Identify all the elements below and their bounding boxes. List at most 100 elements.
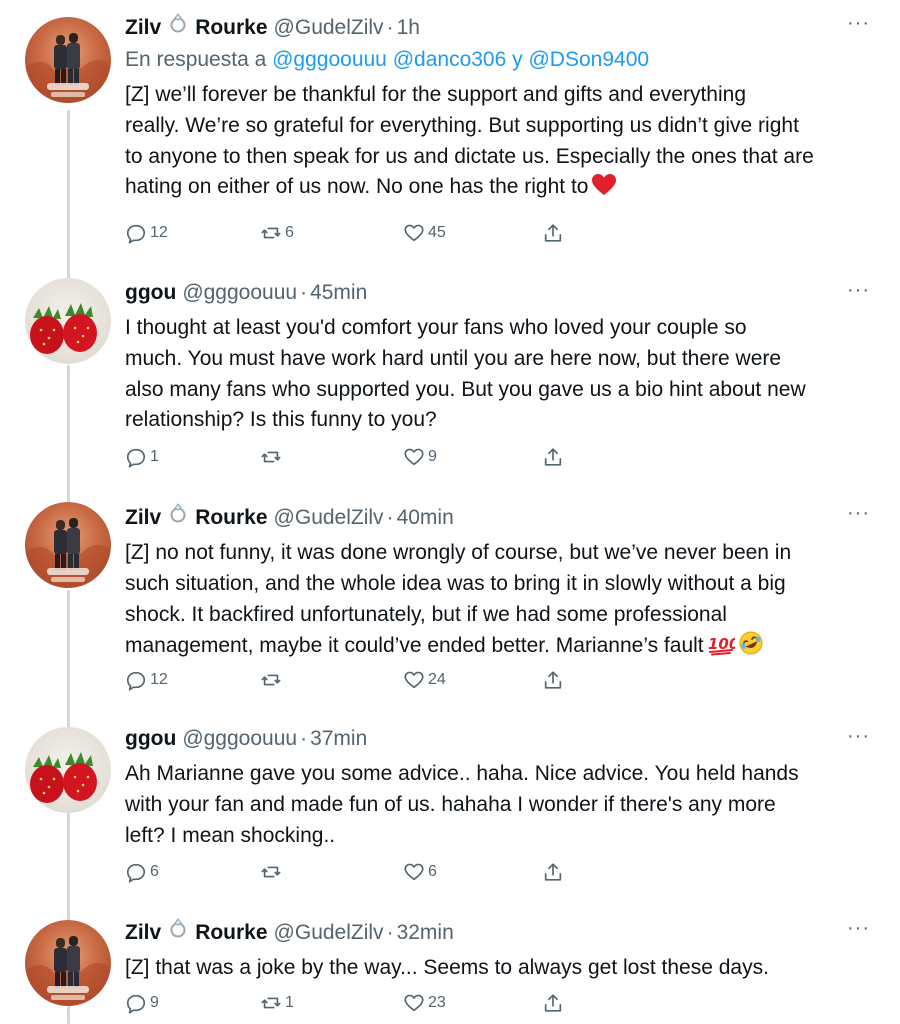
share-icon	[544, 448, 562, 466]
reply-button[interactable]: 12	[125, 222, 168, 244]
tweet-text: [Z] we’ll forever be thankful for the su…	[125, 80, 870, 207]
share-button[interactable]	[542, 222, 564, 244]
reply-count: 1	[150, 448, 159, 465]
more-options-icon[interactable]: ···	[847, 725, 870, 748]
text-segment: hating on either of us now. No one has t…	[125, 175, 589, 199]
retweet-count: 1	[285, 994, 294, 1011]
rofl-emoji	[738, 630, 764, 666]
avatar[interactable]	[25, 920, 111, 1006]
text-line: I thought at least you'd comfort your fa…	[125, 316, 747, 339]
retweet-button[interactable]	[260, 669, 285, 691]
separator: ·	[386, 16, 394, 39]
like-button[interactable]: 24	[403, 669, 446, 691]
retweet-count: 6	[285, 224, 294, 241]
retweet-icon	[261, 997, 281, 1009]
author-handle[interactable]: @gggoouuu	[182, 725, 297, 753]
reply-button[interactable]: 12	[125, 669, 168, 691]
text-line: hating on either of us now. No one has t…	[125, 172, 870, 207]
author-name[interactable]: Zilv	[125, 504, 161, 532]
reply-icon	[126, 863, 146, 883]
reply-context: En respuesta a @gggoouuu @danco306 y @DS…	[125, 46, 870, 74]
author-handle[interactable]: @GudelZilv	[274, 504, 384, 532]
like-button[interactable]: 45	[403, 222, 446, 244]
more-options-icon[interactable]: ···	[847, 917, 870, 940]
heart-icon	[404, 863, 424, 881]
tweet-text: [Z] that was a joke by the way... Seems …	[125, 953, 870, 984]
author-name[interactable]: Zilv	[125, 14, 161, 42]
tweet-time[interactable]: 37min	[310, 725, 367, 753]
like-button[interactable]: 6	[403, 861, 437, 883]
heart-icon	[404, 224, 424, 242]
more-options-icon[interactable]: ···	[847, 502, 870, 525]
share-button[interactable]	[542, 446, 564, 468]
like-count: 23	[428, 994, 446, 1011]
tweet[interactable]: Zilv Rourke @GudelZilv · 40min ··· [Z] n…	[0, 490, 900, 710]
author-handle[interactable]: @gggoouuu	[182, 279, 297, 307]
reply-count: 12	[150, 671, 168, 688]
share-icon	[544, 671, 562, 689]
author-name[interactable]: Rourke	[195, 14, 267, 42]
tweet-time[interactable]: 1h	[397, 14, 420, 42]
author-handle[interactable]: @GudelZilv	[274, 919, 384, 947]
tweet-text: Ah Marianne gave you some advice.. haha.…	[125, 759, 870, 851]
tweet-text: [Z] no not funny, it was done wrongly of…	[125, 538, 870, 666]
mention-link[interactable]: @DSon9400	[528, 48, 649, 71]
tweet[interactable]: ggou @gggoouuu · 37min ··· Ah Marianne g…	[0, 714, 900, 904]
tweet[interactable]: ggou @gggoouuu · 45min ··· I thought at …	[0, 265, 900, 485]
like-count: 24	[428, 671, 446, 688]
tweet-time[interactable]: 45min	[310, 279, 367, 307]
separator: ·	[386, 506, 394, 529]
heart-icon	[404, 994, 424, 1012]
tweet-time[interactable]: 40min	[397, 504, 454, 532]
text-line: such situation, and the whole idea was t…	[125, 571, 786, 595]
tweet-time[interactable]: 32min	[397, 919, 454, 947]
reply-button[interactable]: 9	[125, 992, 159, 1014]
ring-icon	[167, 502, 189, 532]
avatar[interactable]	[25, 278, 111, 364]
tweet-header: ggou @gggoouuu · 37min	[125, 725, 870, 753]
ring-icon	[167, 12, 189, 42]
retweet-button[interactable]	[260, 446, 285, 468]
text-line: much. You must have work hard until you …	[125, 346, 782, 370]
author-name[interactable]: ggou	[125, 279, 176, 307]
mention-link[interactable]: @danco306	[393, 48, 507, 71]
author-name[interactable]: Rourke	[195, 504, 267, 532]
text-line: to anyone to then speak for us and dicta…	[125, 144, 814, 168]
avatar[interactable]	[25, 727, 111, 813]
like-button[interactable]: 9	[403, 446, 437, 468]
author-handle[interactable]: @GudelZilv	[274, 14, 384, 42]
retweet-icon	[261, 227, 281, 239]
text-line: management, maybe it could’ve ended bett…	[125, 630, 870, 666]
tweet-header: Zilv Rourke @GudelZilv · 1h	[125, 12, 870, 42]
more-options-icon[interactable]: ···	[847, 12, 870, 35]
tweet[interactable]: Zilv Rourke @GudelZilv · 32min ··· [Z] t…	[0, 908, 900, 1024]
share-button[interactable]	[542, 669, 564, 691]
share-icon	[544, 224, 562, 242]
like-count: 9	[428, 448, 437, 465]
like-button[interactable]: 23	[403, 992, 446, 1014]
share-button[interactable]	[542, 992, 564, 1014]
more-options-icon[interactable]: ···	[847, 279, 870, 302]
retweet-button[interactable]	[260, 861, 285, 883]
text-line: relationship? Is this funny to you?	[125, 408, 437, 432]
tweet-header: Zilv Rourke @GudelZilv · 40min	[125, 502, 870, 532]
share-icon	[544, 994, 562, 1012]
share-icon	[544, 863, 562, 881]
retweet-button[interactable]: 1	[260, 992, 294, 1014]
like-count: 45	[428, 224, 446, 241]
reply-button[interactable]: 1	[125, 446, 159, 468]
avatar[interactable]	[25, 502, 111, 588]
tweet-text: I thought at least you'd comfort your fa…	[125, 313, 870, 436]
mention-link[interactable]: @gggoouuu	[272, 48, 387, 71]
text-line: [Z] we’ll forever be thankful for the su…	[125, 83, 747, 106]
tweet[interactable]: Zilv Rourke @GudelZilv · 1h ··· En respu…	[0, 0, 900, 260]
red-heart-emoji	[591, 173, 617, 207]
author-name[interactable]: Zilv	[125, 919, 161, 947]
reply-button[interactable]: 6	[125, 861, 159, 883]
avatar[interactable]	[25, 17, 111, 103]
author-name[interactable]: ggou	[125, 725, 176, 753]
share-button[interactable]	[542, 861, 564, 883]
author-name[interactable]: Rourke	[195, 919, 267, 947]
retweet-button[interactable]: 6	[260, 222, 294, 244]
tweet-actions: 9 1 23	[125, 992, 585, 1018]
